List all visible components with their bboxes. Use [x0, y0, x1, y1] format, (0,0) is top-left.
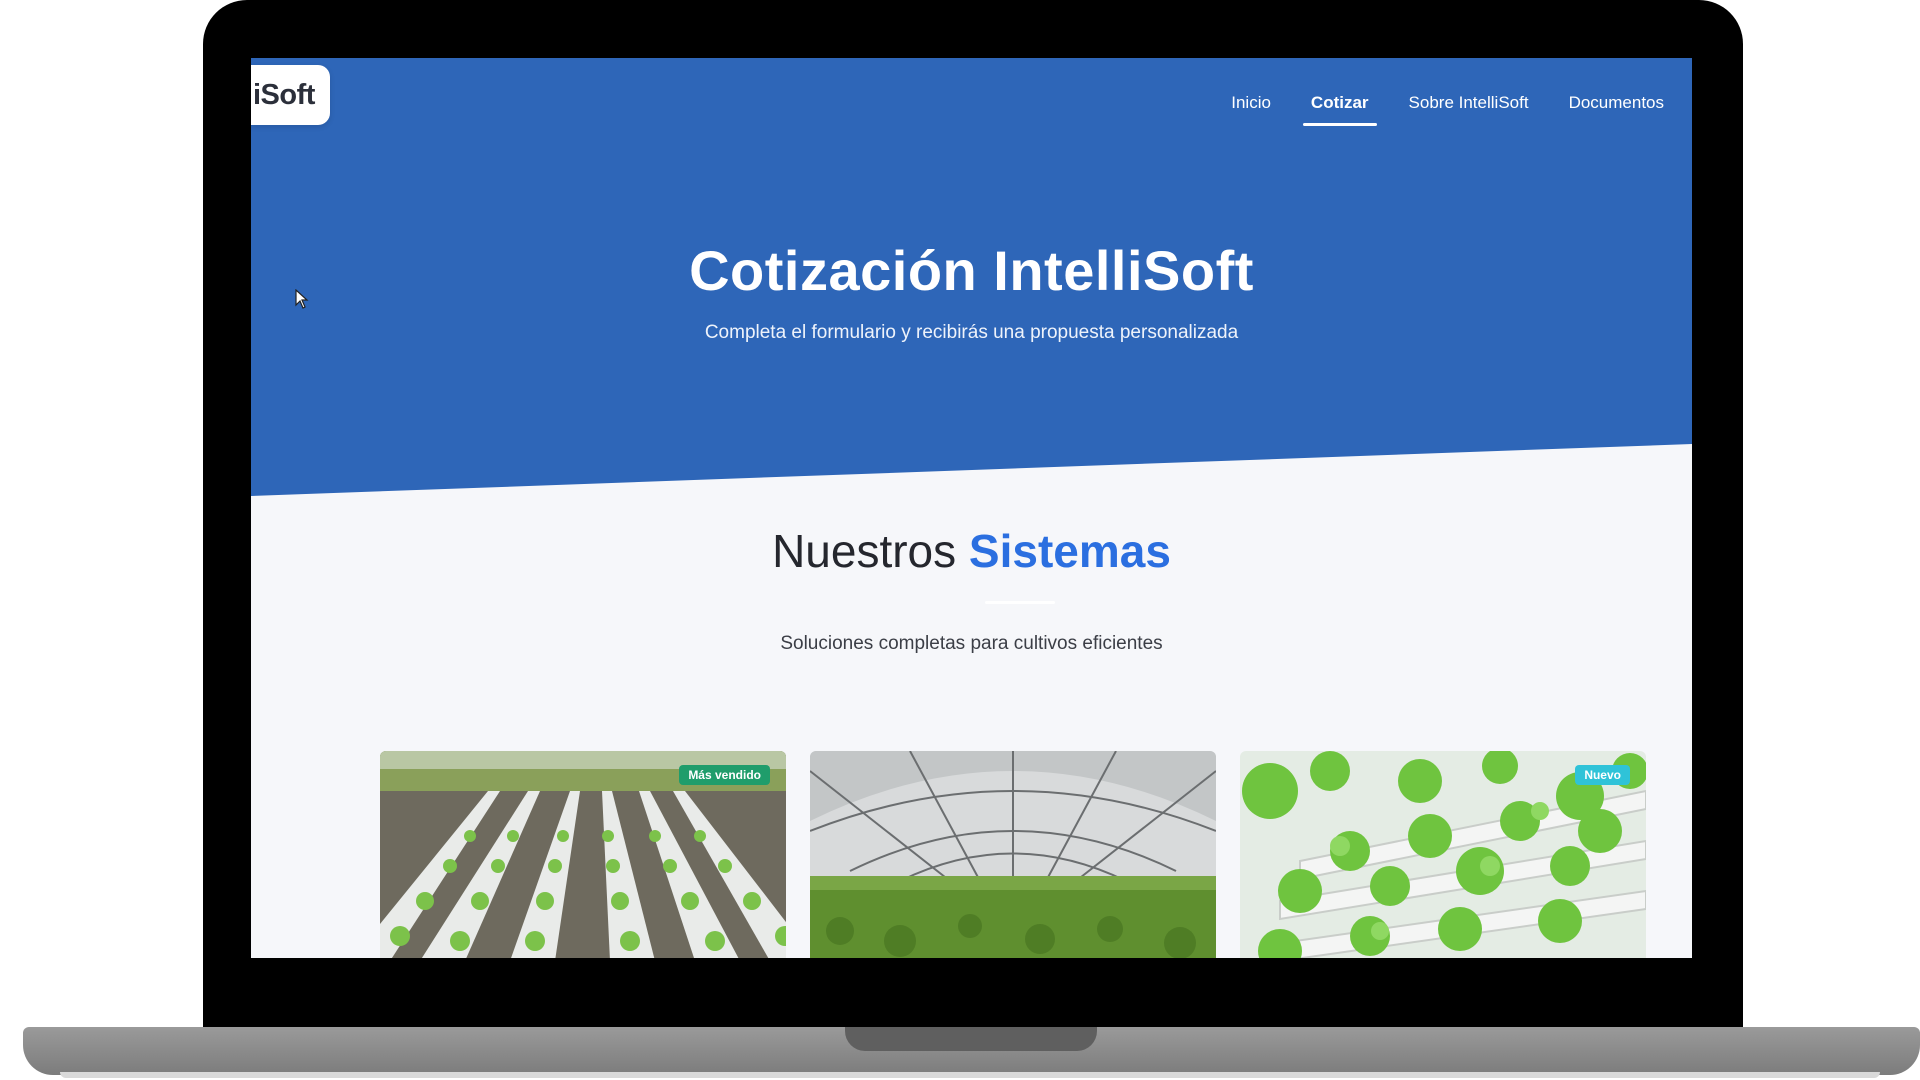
section-title: Nuestros Sistemas — [251, 524, 1692, 578]
section-title-underline — [985, 601, 1055, 604]
hero-section — [251, 58, 1692, 496]
product-card-greenhouse[interactable] — [810, 751, 1216, 958]
hero-subtitle: Completa el formulario y recibirás una p… — [704, 322, 1239, 343]
section-title-accent: Sistemas — [968, 525, 1171, 577]
nav-item-documentos[interactable]: Documentos — [1549, 86, 1684, 120]
section-subtitle: Soluciones completas para cultivos efici… — [780, 633, 1163, 654]
product-card-hydroponic[interactable]: Más vendido — [380, 751, 786, 958]
main-navigation: Inicio Cotizar Sobre IntelliSoft Documen… — [1211, 86, 1684, 126]
nav-item-cotizar[interactable]: Cotizar — [1291, 86, 1389, 126]
laptop-notch — [845, 1027, 1097, 1051]
site-logo[interactable]: iSoft — [251, 65, 330, 125]
logo-text: iSoft — [253, 78, 315, 111]
laptop-base-shadow — [60, 1072, 1880, 1078]
nav-item-sobre-intellisoft[interactable]: Sobre IntelliSoft — [1389, 86, 1549, 120]
hero-title: Cotización IntelliSoft — [689, 239, 1254, 302]
card-badge-nuevo: Nuevo — [1575, 765, 1630, 785]
product-card-vertical-farm[interactable]: Nuevo — [1240, 751, 1646, 958]
greenhouse-image — [810, 751, 1216, 958]
browser-screen: iSoft Inicio Cotizar Sobre IntelliSoft D… — [251, 58, 1692, 958]
nav-item-inicio[interactable]: Inicio — [1211, 86, 1291, 120]
card-badge-mas-vendido: Más vendido — [679, 765, 770, 785]
section-title-plain: Nuestros — [772, 525, 957, 577]
